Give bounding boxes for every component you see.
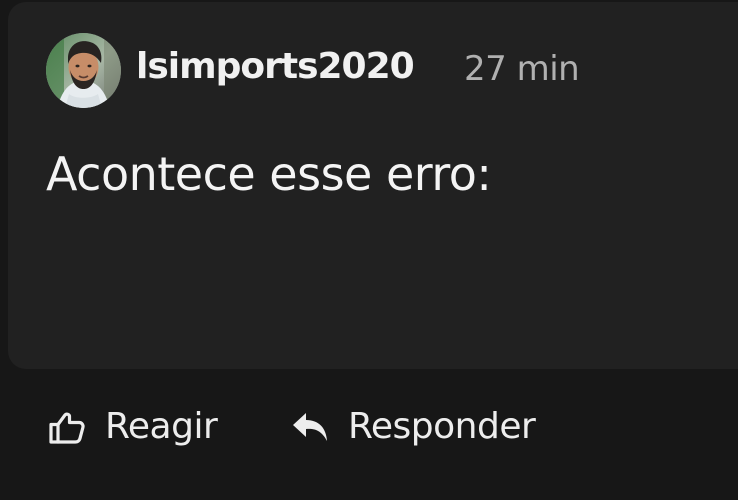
avatar-photo-icon: [46, 33, 121, 108]
comment-author[interactable]: lsimports2020: [136, 42, 415, 92]
reply-arrow-icon: [288, 405, 332, 449]
reply-button[interactable]: Responder: [288, 398, 536, 456]
comment-timestamp: 27 min: [464, 49, 580, 89]
reply-button-label: Responder: [348, 406, 536, 447]
user-avatar[interactable]: [46, 33, 121, 108]
react-button-label: Reagir: [105, 406, 218, 447]
comment-thread: lsimports2020 27 min Acontece esse erro:…: [0, 0, 738, 500]
comment-card: lsimports2020 27 min Acontece esse erro:: [8, 2, 738, 369]
comment-body: Acontece esse erro:: [46, 147, 492, 201]
thumbs-up-icon: [45, 405, 89, 449]
react-button[interactable]: Reagir: [45, 398, 218, 456]
